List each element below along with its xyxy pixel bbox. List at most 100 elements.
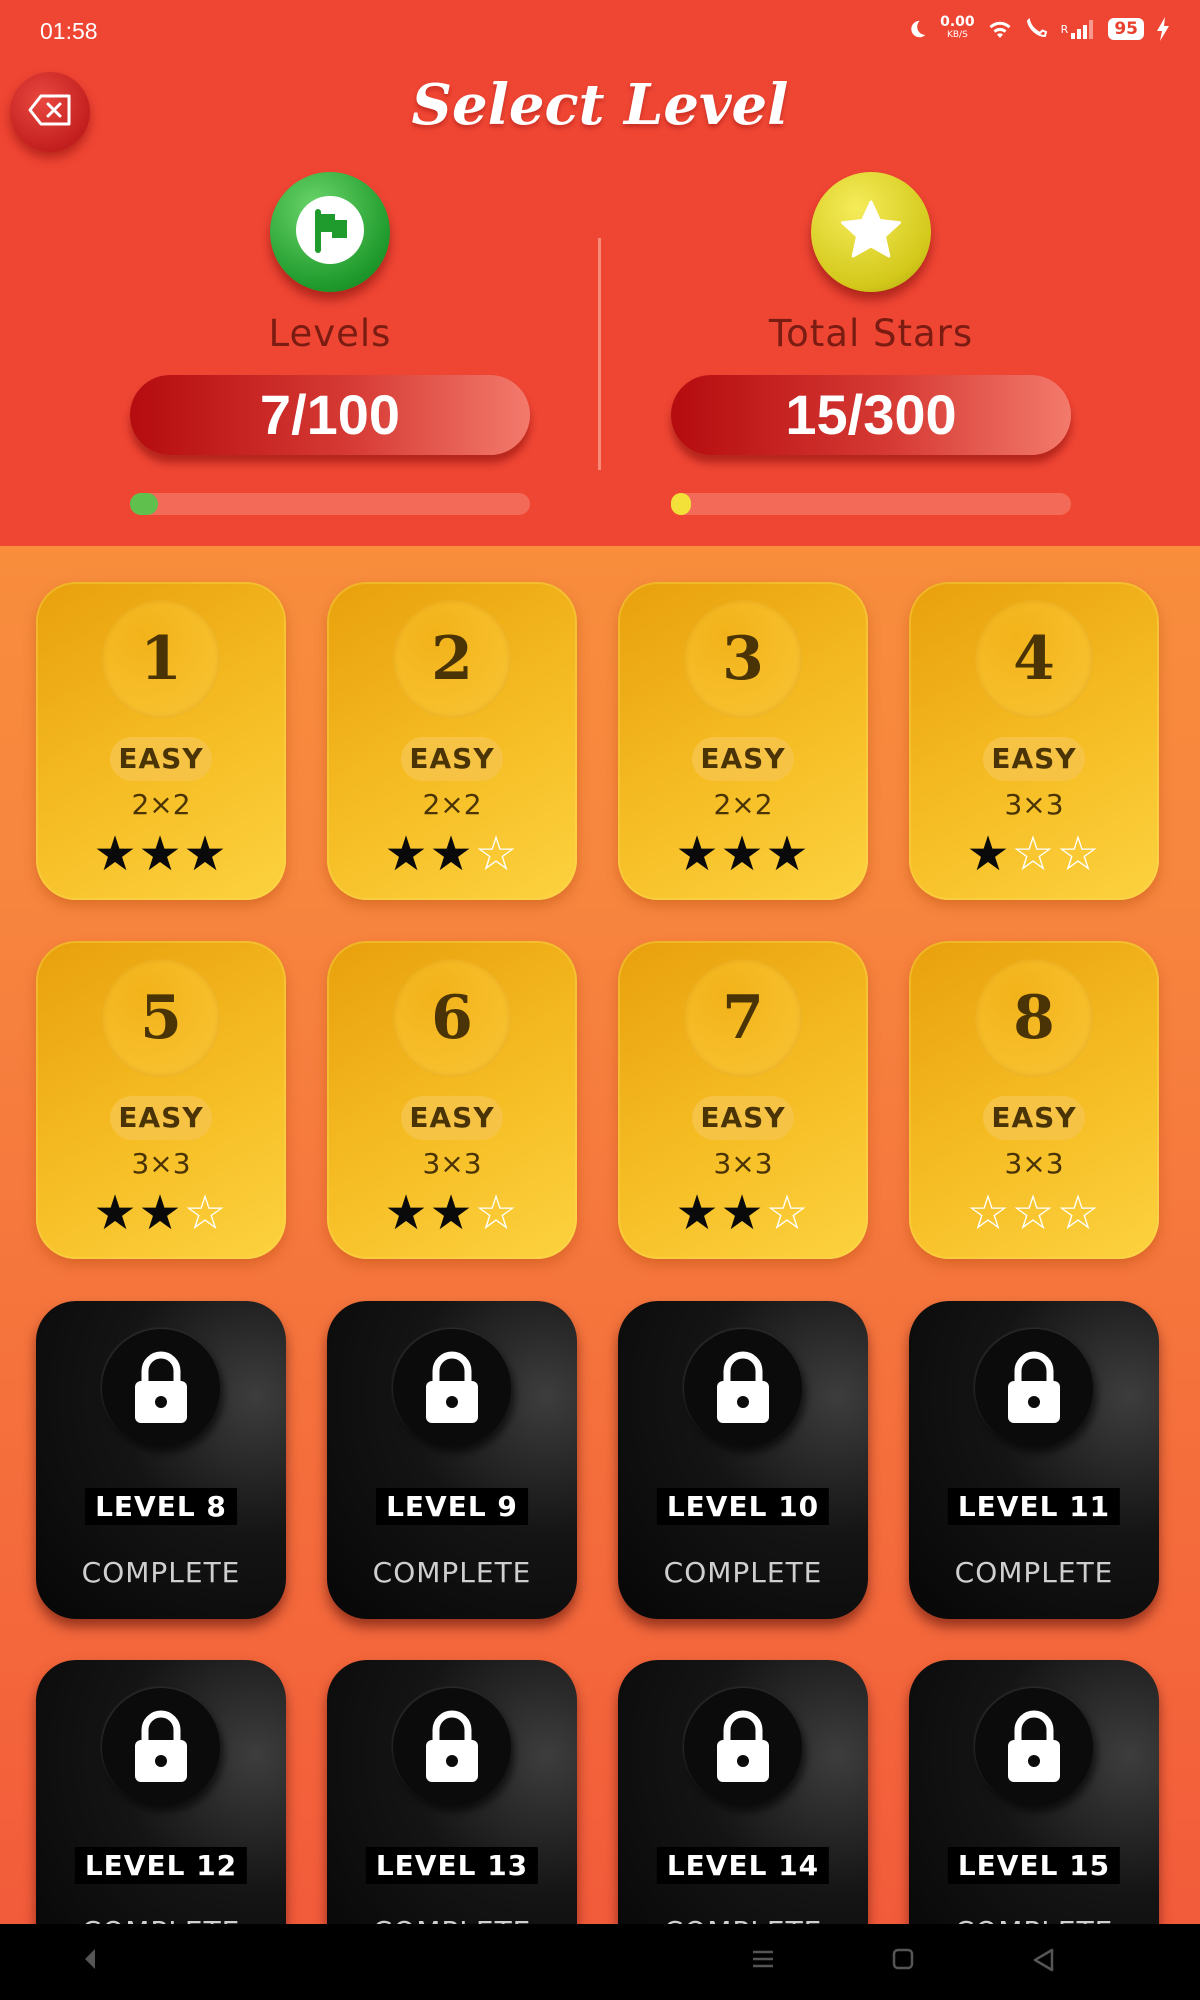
unlock-status: COMPLETE <box>954 1556 1114 1589</box>
star-filled-icon: ★ <box>720 1185 766 1241</box>
battery-level: 95 <box>1108 18 1144 40</box>
star-filled-icon: ★ <box>138 826 184 882</box>
star-rating: ★★☆ <box>327 1189 577 1237</box>
unlock-requirement: LEVEL 11 <box>947 1488 1121 1525</box>
star-empty-icon: ☆ <box>1056 1185 1102 1241</box>
lock-icon <box>393 1688 511 1806</box>
difficulty-badge: EASY <box>401 1096 503 1140</box>
triangle-back-icon[interactable] <box>1030 1946 1058 1974</box>
grid-size: 3×3 <box>131 1147 191 1180</box>
unlock-requirement: LEVEL 15 <box>947 1847 1121 1884</box>
stars-badge <box>811 172 931 292</box>
grid-size: 3×3 <box>1004 788 1064 821</box>
level-number: 7 <box>684 959 802 1077</box>
grid-size: 3×3 <box>1004 1147 1064 1180</box>
locked-level-card[interactable]: LEVEL 13 COMPLETE <box>327 1660 577 1924</box>
header-panel: 01:58 0.00 KB/S R 95 Select Level Levels… <box>0 0 1200 546</box>
star-filled-icon: ★ <box>93 1185 139 1241</box>
unlock-requirement: LEVEL 12 <box>74 1847 248 1884</box>
levels-badge <box>270 172 390 292</box>
lock-icon <box>393 1329 511 1447</box>
menu-icon[interactable] <box>750 1946 776 1972</box>
locked-level-card[interactable]: LEVEL 14 COMPLETE <box>618 1660 868 1924</box>
star-empty-icon: ☆ <box>183 1185 229 1241</box>
difficulty-badge: EASY <box>983 1096 1085 1140</box>
locked-level-card[interactable]: LEVEL 11 COMPLETE <box>909 1301 1159 1619</box>
stars-progress-fill <box>671 493 691 515</box>
lock-icon <box>102 1688 220 1806</box>
unlock-requirement: LEVEL 10 <box>656 1488 830 1525</box>
difficulty-badge: EASY <box>401 737 503 781</box>
level-card[interactable]: 6 EASY 3×3 ★★☆ <box>327 941 577 1259</box>
star-filled-icon: ★ <box>93 826 139 882</box>
locked-level-card[interactable]: LEVEL 10 COMPLETE <box>618 1301 868 1619</box>
star-rating: ★★★ <box>36 830 286 878</box>
grid-size: 2×2 <box>422 788 482 821</box>
star-filled-icon: ★ <box>384 826 430 882</box>
header-divider <box>598 238 601 470</box>
wifi-icon <box>987 18 1013 40</box>
charging-icon <box>1156 17 1170 41</box>
navigation-bar <box>0 1924 1200 2000</box>
unlock-status: COMPLETE <box>618 1915 868 1924</box>
star-rating: ★★★ <box>618 830 868 878</box>
levels-label: Levels <box>268 312 392 355</box>
lock-icon <box>684 1688 802 1806</box>
stars-stat: Total Stars 15/300 <box>671 170 1071 530</box>
level-grid: 1 EASY 2×2 ★★★ 2 EASY 2×2 ★★☆ 3 EASY 2×2 ★★★ 4 EASY 3×… <box>0 546 1200 1924</box>
grid-size: 2×2 <box>713 788 773 821</box>
level-card[interactable]: 8 EASY 3×3 ☆☆☆ <box>909 941 1159 1259</box>
level-number: 4 <box>975 600 1093 718</box>
lock-icon <box>975 1688 1093 1806</box>
star-filled-icon: ★ <box>429 1185 475 1241</box>
star-empty-icon: ☆ <box>1011 826 1057 882</box>
unlock-status: COMPLETE <box>327 1915 577 1924</box>
locked-level-card[interactable]: LEVEL 8 COMPLETE <box>36 1301 286 1619</box>
net-speed-value: 0.00 <box>940 14 975 30</box>
levels-progress-fill <box>130 493 158 515</box>
page-title: Select Level <box>411 72 789 138</box>
star-filled-icon: ★ <box>720 826 766 882</box>
status-icons: 0.00 KB/S R 95 <box>906 14 1170 42</box>
star-filled-icon: ★ <box>675 826 721 882</box>
difficulty-badge: EASY <box>110 1096 212 1140</box>
star-empty-icon: ☆ <box>1011 1185 1057 1241</box>
level-number: 1 <box>102 600 220 718</box>
signal-icon: R <box>1061 18 1097 40</box>
unlock-status: COMPLETE <box>909 1915 1159 1924</box>
grid-size: 3×3 <box>713 1147 773 1180</box>
net-speed: 0.00 KB/S <box>940 14 975 42</box>
home-icon[interactable] <box>890 1946 916 1972</box>
level-card[interactable]: 1 EASY 2×2 ★★★ <box>36 582 286 900</box>
level-card[interactable]: 7 EASY 3×3 ★★☆ <box>618 941 868 1259</box>
difficulty-badge: EASY <box>983 737 1085 781</box>
grid-size: 2×2 <box>131 788 191 821</box>
level-card[interactable]: 4 EASY 3×3 ★☆☆ <box>909 582 1159 900</box>
level-card[interactable]: 5 EASY 3×3 ★★☆ <box>36 941 286 1259</box>
flag-icon <box>294 194 366 270</box>
difficulty-badge: EASY <box>110 737 212 781</box>
locked-level-card[interactable]: LEVEL 15 COMPLETE <box>909 1660 1159 1924</box>
unlock-status: COMPLETE <box>663 1556 823 1589</box>
signal-label: R <box>1060 22 1069 36</box>
stars-label: Total Stars <box>768 312 974 355</box>
unlock-requirement: LEVEL 13 <box>365 1847 539 1884</box>
level-card[interactable]: 3 EASY 2×2 ★★★ <box>618 582 868 900</box>
level-card[interactable]: 2 EASY 2×2 ★★☆ <box>327 582 577 900</box>
star-filled-icon: ★ <box>183 826 229 882</box>
moon-icon <box>906 18 928 40</box>
locked-level-card[interactable]: LEVEL 9 COMPLETE <box>327 1301 577 1619</box>
star-filled-icon: ★ <box>765 826 811 882</box>
grid-size: 3×3 <box>422 1147 482 1180</box>
status-bar: 01:58 0.00 KB/S R 95 <box>0 0 1200 64</box>
levels-value: 7/100 <box>130 375 530 455</box>
stars-value: 15/300 <box>671 375 1071 455</box>
star-filled-icon: ★ <box>138 1185 184 1241</box>
net-speed-unit: KB/S <box>946 30 968 40</box>
levels-progress-track <box>130 493 530 515</box>
nav-back-icon[interactable] <box>80 1946 100 1972</box>
difficulty-badge: EASY <box>692 737 794 781</box>
levels-stat: Levels 7/100 <box>130 170 530 530</box>
star-rating: ★★☆ <box>36 1189 286 1237</box>
locked-level-card[interactable]: LEVEL 12 COMPLETE <box>36 1660 286 1924</box>
